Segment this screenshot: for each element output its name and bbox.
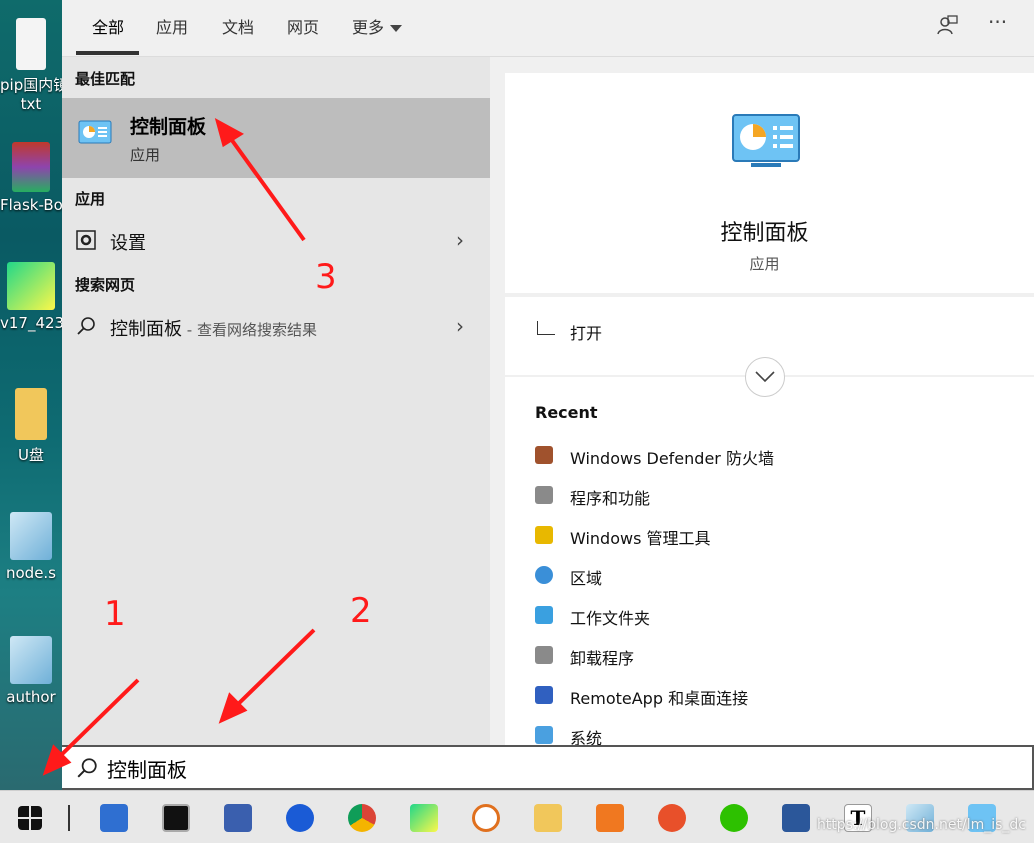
taskbar-separator	[68, 805, 70, 831]
desktop-icon-pycharm[interactable]: v17_423	[0, 262, 62, 332]
chevron-right-icon[interactable]: ›	[456, 228, 464, 252]
chrome-icon[interactable]	[348, 804, 376, 832]
preview-card: 控制面板 应用	[505, 73, 1034, 293]
chevron-down-icon	[755, 371, 775, 383]
search-bar	[62, 745, 1034, 790]
recent-card: Recent Windows Defender 防火墙 程序和功能 Window…	[505, 377, 1034, 748]
search-icon	[77, 317, 95, 335]
tab-all[interactable]: 全部	[92, 14, 124, 38]
recent-item-label: 程序和功能	[570, 489, 651, 508]
tab-more-label: 更多	[352, 18, 385, 37]
recent-heading: Recent	[535, 403, 598, 422]
tab-docs[interactable]: 文档	[222, 14, 254, 38]
apps-heading: 应用	[75, 190, 106, 208]
uninstall-icon	[535, 646, 553, 664]
tab-apps[interactable]: 应用	[156, 14, 188, 38]
word-icon[interactable]	[782, 804, 810, 832]
programs-icon	[535, 486, 553, 504]
work-folders-icon	[535, 606, 553, 624]
search-icon	[77, 758, 97, 778]
gear-icon	[76, 230, 96, 250]
open-label: 打开	[570, 324, 603, 343]
best-match-result[interactable]: 控制面板 应用	[62, 98, 490, 178]
desktop-icon-udisk[interactable]: U盘	[0, 388, 62, 465]
desktop-icon-label: U盘	[18, 446, 44, 464]
results-pane: 最佳匹配 控制面板 应用 应用 设置 › 搜索网页 控制面板 - 查看网络搜索结…	[62, 0, 490, 745]
script-file-icon	[10, 512, 52, 560]
remote-desktop-icon[interactable]	[224, 804, 252, 832]
search-tabs-bar: 全部 应用 文档 网页 更多 ···	[62, 0, 1034, 57]
winrar-icon	[12, 142, 50, 192]
web-result-text: 控制面板 - 查看网络搜索结果	[110, 315, 317, 341]
desktop: pip国内镜 txt Flask-Bo v17_423 U盘 node.s au…	[0, 0, 62, 790]
pycharm-icon[interactable]	[410, 804, 438, 832]
system-icon	[535, 726, 553, 744]
terminal-icon[interactable]	[162, 804, 190, 832]
postman-icon[interactable]	[658, 804, 686, 832]
tab-web[interactable]: 网页	[287, 14, 319, 38]
expand-button[interactable]	[745, 357, 785, 397]
chevron-right-icon[interactable]: ›	[456, 314, 464, 338]
tab-more[interactable]: 更多	[352, 14, 403, 38]
desktop-icon-label: pip国内镜	[0, 76, 62, 94]
folder-icon	[535, 526, 553, 544]
preview-title: 控制面板	[720, 221, 809, 246]
watermark: https://blog.csdn.net/lm_is_dc	[816, 817, 1026, 833]
best-match-type: 应用	[130, 146, 161, 164]
desktop-icon-label: Flask-Bo	[0, 196, 62, 214]
app-circle-icon[interactable]	[472, 804, 500, 832]
recent-item-label: Windows Defender 防火墙	[570, 449, 774, 468]
recent-item-label: RemoteApp 和桌面连接	[570, 689, 749, 708]
desktop-icon-label: author	[6, 688, 56, 706]
annotation-number-1: 1	[104, 594, 126, 634]
pycharm-icon	[7, 262, 55, 310]
wechat-icon[interactable]	[720, 804, 748, 832]
annotation-number-2: 2	[350, 591, 372, 631]
feedback-icon[interactable]	[936, 14, 958, 41]
more-options-icon[interactable]: ···	[988, 10, 1007, 34]
desktop-icon-label: v17_423	[0, 314, 62, 332]
best-match-heading: 最佳匹配	[75, 70, 136, 88]
web-result-query: 控制面板	[110, 319, 182, 340]
maps-icon[interactable]	[286, 804, 314, 832]
text-file-icon	[16, 18, 46, 70]
web-result-suffix: - 查看网络搜索结果	[182, 321, 317, 339]
active-tab-indicator	[76, 51, 139, 55]
settings-label: 设置	[110, 233, 146, 254]
media-player-icon[interactable]	[596, 804, 624, 832]
preview-pane: 控制面板 应用 打开 Recent Windows Defender 防火墙 程…	[490, 57, 1034, 748]
open-icon	[537, 321, 555, 335]
windows-start-icon[interactable]	[18, 806, 42, 830]
control-panel-icon	[78, 120, 112, 144]
remote-desktop-icon	[535, 686, 553, 704]
firewall-icon	[535, 446, 553, 464]
script-file-icon	[10, 636, 52, 684]
control-panel-icon	[732, 114, 800, 167]
desktop-icon-author[interactable]: author	[0, 636, 62, 706]
taskbar: T https://blog.csdn.net/lm_is_dc	[0, 790, 1034, 843]
desktop-icon-pip-txt[interactable]: pip国内镜 txt	[0, 18, 62, 113]
powershell-icon[interactable]	[100, 804, 128, 832]
result-settings[interactable]: 设置 ›	[62, 222, 490, 260]
recent-item-label: Windows 管理工具	[570, 529, 711, 548]
desktop-icon-flask[interactable]: Flask-Bo	[0, 142, 62, 214]
recent-item-label: 卸载程序	[570, 649, 635, 668]
web-search-heading: 搜索网页	[75, 276, 136, 294]
best-match-title: 控制面板	[130, 116, 207, 138]
result-web-search[interactable]: 控制面板 - 查看网络搜索结果 ›	[62, 308, 490, 346]
chevron-down-icon	[390, 25, 403, 32]
annotation-number-3: 3	[315, 257, 337, 297]
search-input[interactable]	[107, 753, 707, 783]
file-explorer-icon[interactable]	[534, 804, 562, 832]
desktop-icon-label: txt	[20, 95, 42, 113]
desktop-icon-node[interactable]: node.s	[0, 512, 62, 582]
recent-item-label: 工作文件夹	[570, 609, 651, 628]
recent-item-label: 区域	[570, 569, 603, 588]
preview-type: 应用	[749, 255, 780, 273]
folder-icon	[15, 388, 47, 440]
globe-icon	[535, 566, 553, 584]
desktop-icon-label: node.s	[5, 564, 57, 582]
